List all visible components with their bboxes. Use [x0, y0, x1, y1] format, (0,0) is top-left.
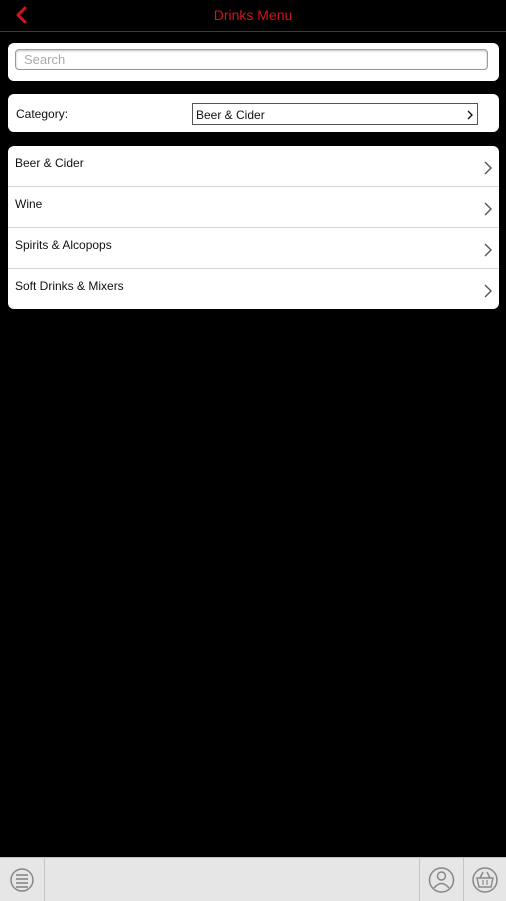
category-panel: Category: Beer & Cider	[8, 94, 499, 132]
toolbar-divider	[44, 858, 45, 901]
list-item-wine[interactable]: Wine	[8, 187, 499, 228]
list-item-label: Wine	[15, 197, 43, 211]
menu-icon[interactable]	[0, 858, 44, 901]
list-item-soft-drinks-mixers[interactable]: Soft Drinks & Mixers	[8, 269, 499, 309]
basket-icon[interactable]	[464, 858, 506, 901]
chevron-right-icon	[467, 110, 473, 120]
chevron-right-icon	[484, 284, 492, 298]
page-title: Drinks Menu	[213, 7, 293, 23]
list-item-label: Beer & Cider	[15, 156, 84, 170]
chevron-right-icon	[484, 161, 492, 175]
category-label: Category:	[16, 107, 69, 121]
chevron-right-icon	[484, 243, 492, 257]
search-panel	[8, 43, 499, 81]
list-item-spirits-alcopops[interactable]: Spirits & Alcopops	[8, 228, 499, 269]
category-list: Beer & Cider Wine Spirits & Alcopops Sof…	[8, 146, 499, 309]
bottom-toolbar	[0, 857, 506, 901]
list-item-label: Soft Drinks & Mixers	[15, 279, 124, 293]
category-select[interactable]: Beer & Cider	[192, 103, 478, 125]
list-item-beer-cider[interactable]: Beer & Cider	[8, 146, 499, 187]
top-bar: Drinks Menu	[0, 0, 506, 32]
account-icon[interactable]	[420, 858, 463, 901]
list-item-label: Spirits & Alcopops	[15, 238, 112, 252]
category-selected-value: Beer & Cider	[196, 108, 265, 122]
search-input[interactable]	[15, 49, 488, 70]
chevron-right-icon	[484, 202, 492, 216]
